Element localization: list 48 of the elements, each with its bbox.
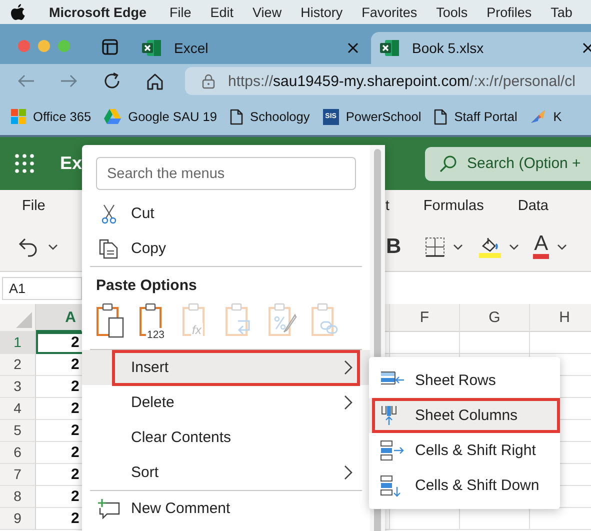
menu-item[interactable]: Edit bbox=[210, 4, 234, 20]
menu-item[interactable]: View bbox=[252, 4, 282, 20]
menu-item[interactable]: Tools bbox=[436, 4, 468, 20]
row-header[interactable]: 1 bbox=[0, 332, 36, 354]
bookmark[interactable]: Office 365 bbox=[11, 109, 92, 124]
row-header[interactable]: 7 bbox=[0, 464, 36, 486]
menu-item[interactable]: Cells & Shift Down bbox=[369, 468, 560, 503]
name-box[interactable]: A1 bbox=[2, 276, 82, 300]
column-header[interactable]: H bbox=[530, 304, 591, 332]
menu-item[interactable]: Insert bbox=[82, 350, 370, 385]
menu-item[interactable]: History bbox=[300, 4, 343, 20]
menu-item[interactable]: Tab bbox=[550, 4, 572, 20]
search-field[interactable]: Search (Option + bbox=[425, 146, 591, 180]
column-header[interactable]: A bbox=[36, 304, 82, 332]
row-header[interactable]: 9 bbox=[0, 508, 36, 530]
menu-item[interactable]: Cells & Shift Right bbox=[369, 433, 560, 468]
app-menu[interactable]: Microsoft Edge bbox=[49, 4, 147, 20]
row-header[interactable]: 2 bbox=[0, 354, 36, 376]
search-field[interactable]: Search the menus bbox=[96, 157, 356, 190]
row-header[interactable]: 4 bbox=[0, 398, 36, 420]
menu-item[interactable]: Sheet Columns bbox=[369, 398, 560, 433]
menu-item[interactable]: File bbox=[170, 4, 192, 20]
app-title: Ex bbox=[60, 153, 82, 174]
browser-tab[interactable]: Book 5.xlsx bbox=[371, 32, 591, 64]
bookmark[interactable]: Google SAU 19 bbox=[104, 109, 218, 124]
menu-item[interactable]: Copy bbox=[82, 231, 370, 266]
ribbon-tab[interactable]: Formulas bbox=[423, 198, 484, 214]
row-header[interactable]: 6 bbox=[0, 442, 36, 464]
menu-item[interactable]: Cut bbox=[82, 196, 370, 231]
menu-item[interactable]: Favorites bbox=[362, 4, 418, 20]
row-header[interactable]: 3 bbox=[0, 376, 36, 398]
menu-item[interactable]: Profiles bbox=[486, 4, 532, 20]
bookmark[interactable]: K bbox=[530, 109, 562, 124]
row-header[interactable]: 5 bbox=[0, 420, 36, 442]
ribbon-tab[interactable]: Data bbox=[518, 198, 548, 214]
ribbon-tab[interactable]: t bbox=[385, 198, 390, 214]
bookmark[interactable]: Staff Portal bbox=[434, 108, 518, 124]
font-color-button[interactable]: A bbox=[533, 234, 550, 259]
row-header[interactable]: 8 bbox=[0, 486, 36, 508]
column-header[interactable]: G bbox=[460, 304, 530, 332]
browser-tab[interactable]: Excel bbox=[136, 32, 371, 64]
bold-button[interactable]: B bbox=[386, 234, 402, 258]
ribbon-tab[interactable]: File bbox=[22, 198, 46, 214]
bookmark[interactable]: Schoology bbox=[230, 108, 310, 124]
menu-item[interactable]: Sheet Rows bbox=[369, 363, 560, 398]
address-field[interactable]: https://sau19459-my.sharepoint.com/:x:/r/personal/cl bbox=[185, 67, 591, 95]
column-header[interactable]: F bbox=[390, 304, 460, 332]
section-heading: Paste Options bbox=[95, 276, 198, 296]
